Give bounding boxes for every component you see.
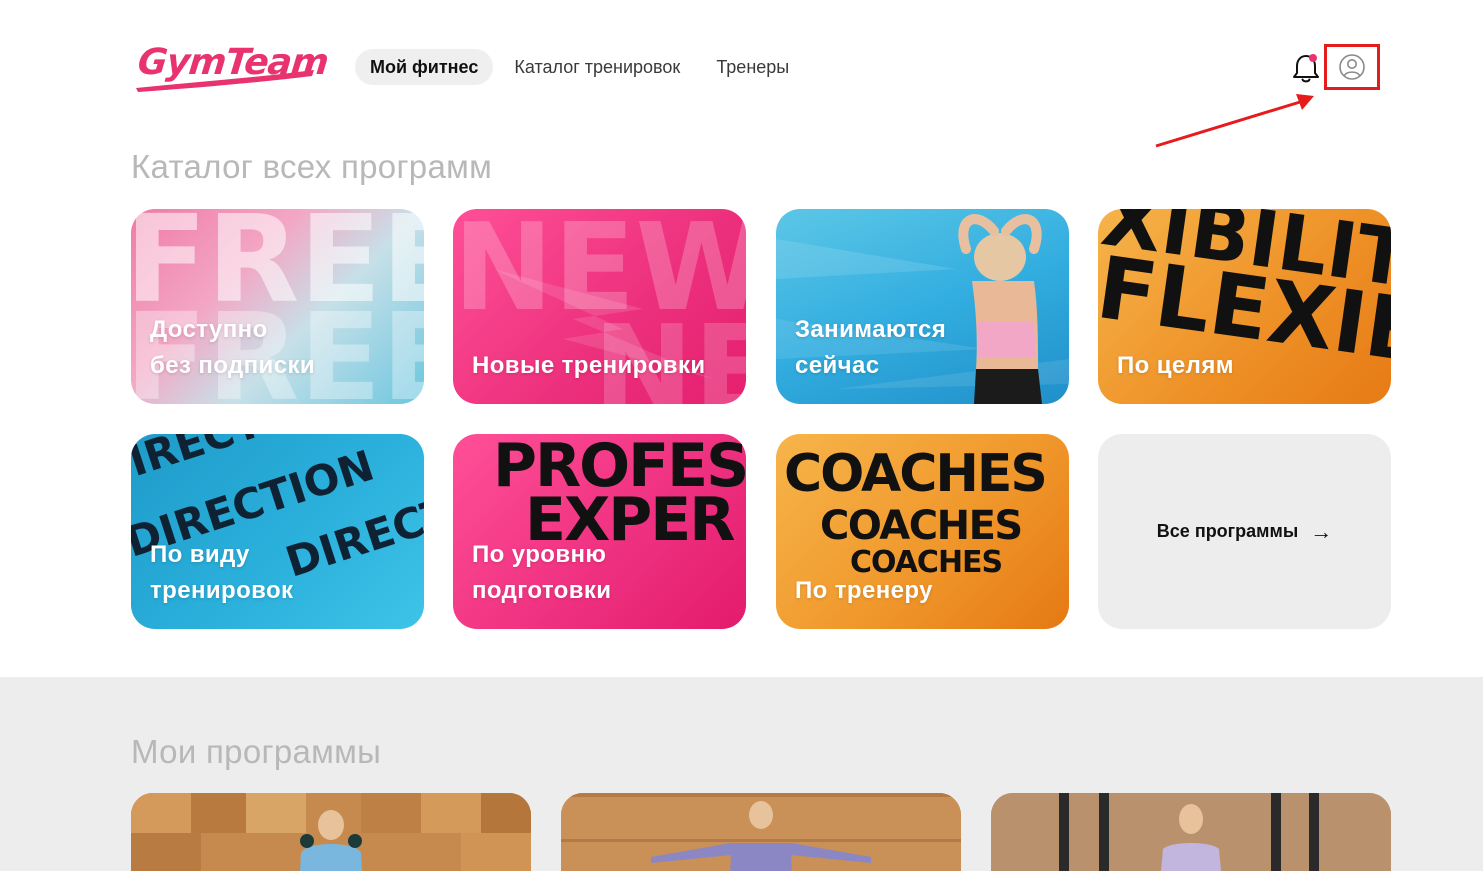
all-programs-label: Все программы	[1156, 521, 1299, 541]
program-photo	[991, 793, 1391, 871]
card-label: Занимаются сейчас	[795, 312, 946, 384]
program-card[interactable]	[131, 793, 531, 871]
card-label: Новые тренировки	[472, 348, 706, 384]
card-label-line1: По целям	[1117, 352, 1234, 379]
card-level[interactable]: PROFES EXPER По уровню подготовки	[453, 434, 746, 629]
user-circle-icon	[1339, 54, 1365, 80]
profile-button[interactable]	[1324, 44, 1380, 90]
program-photo	[131, 793, 531, 871]
bell-icon[interactable]	[1291, 52, 1321, 84]
main-nav: Мой фитнес Каталог тренировок Тренеры	[355, 49, 810, 85]
logo-text: GymTeam	[135, 42, 330, 83]
card-label: По виду тренировок	[150, 537, 293, 609]
card-label-line1: Новые тренировки	[472, 352, 706, 379]
card-label-line2: сейчас	[795, 352, 880, 379]
header: GymTeam Мой фитнес Каталог тренировок Тр…	[0, 0, 1483, 148]
notification-dot	[1309, 54, 1317, 62]
card-type[interactable]: DIRECTION DIRECTION DIRECTION По виду тр…	[131, 434, 424, 629]
card-bg-word: COACHES	[820, 503, 1023, 549]
program-photo	[561, 793, 961, 871]
catalog-title: Каталог всех программ	[131, 148, 493, 185]
card-label-line2: без подписки	[150, 352, 316, 379]
card-label-line1: Доступно	[150, 316, 268, 343]
program-card[interactable]	[991, 793, 1391, 871]
card-bg-word: COACHES	[784, 444, 1048, 504]
nav-catalog[interactable]: Каталог тренировок	[499, 49, 695, 85]
nav-my-fitness[interactable]: Мой фитнес	[355, 49, 494, 85]
card-label-line2: подготовки	[472, 577, 612, 604]
card-new[interactable]: NEW NEW Новые тренировки	[453, 209, 746, 404]
card-goal[interactable]: XIBILIT FLEXIB По целям	[1098, 209, 1391, 404]
all-programs-link: Все программы →	[1157, 519, 1332, 545]
card-label-line1: По уровню	[472, 541, 607, 568]
card-label-line2: тренировок	[150, 577, 294, 604]
card-now[interactable]: Занимаются сейчас	[776, 209, 1069, 404]
annotation-arrow	[1155, 94, 1314, 148]
nav-trainers[interactable]: Тренеры	[701, 49, 804, 85]
card-free[interactable]: FREE FREE Доступно без подписки	[131, 209, 424, 404]
card-label: По целям	[1117, 348, 1234, 384]
program-card[interactable]	[561, 793, 961, 871]
my-programs-title: Мои программы	[131, 733, 382, 770]
card-label: Доступно без подписки	[150, 312, 315, 384]
card-label-line1: По тренеру	[795, 577, 933, 604]
card-label-line1: Занимаются	[795, 316, 947, 343]
page: GymTeam Мой фитнес Каталог тренировок Тр…	[0, 0, 1483, 871]
arrow-right-icon: →	[1310, 518, 1333, 544]
card-label: По уровню подготовки	[472, 537, 611, 609]
card-coach[interactable]: COACHES COACHES COACHES По тренеру	[776, 434, 1069, 629]
my-programs-section: Мои программы	[0, 677, 1483, 871]
card-label-line1: По виду	[150, 541, 250, 568]
all-programs-card[interactable]: Все программы →	[1098, 434, 1391, 629]
card-label: По тренеру	[795, 573, 933, 609]
gymteam-logo[interactable]: GymTeam	[134, 38, 330, 94]
